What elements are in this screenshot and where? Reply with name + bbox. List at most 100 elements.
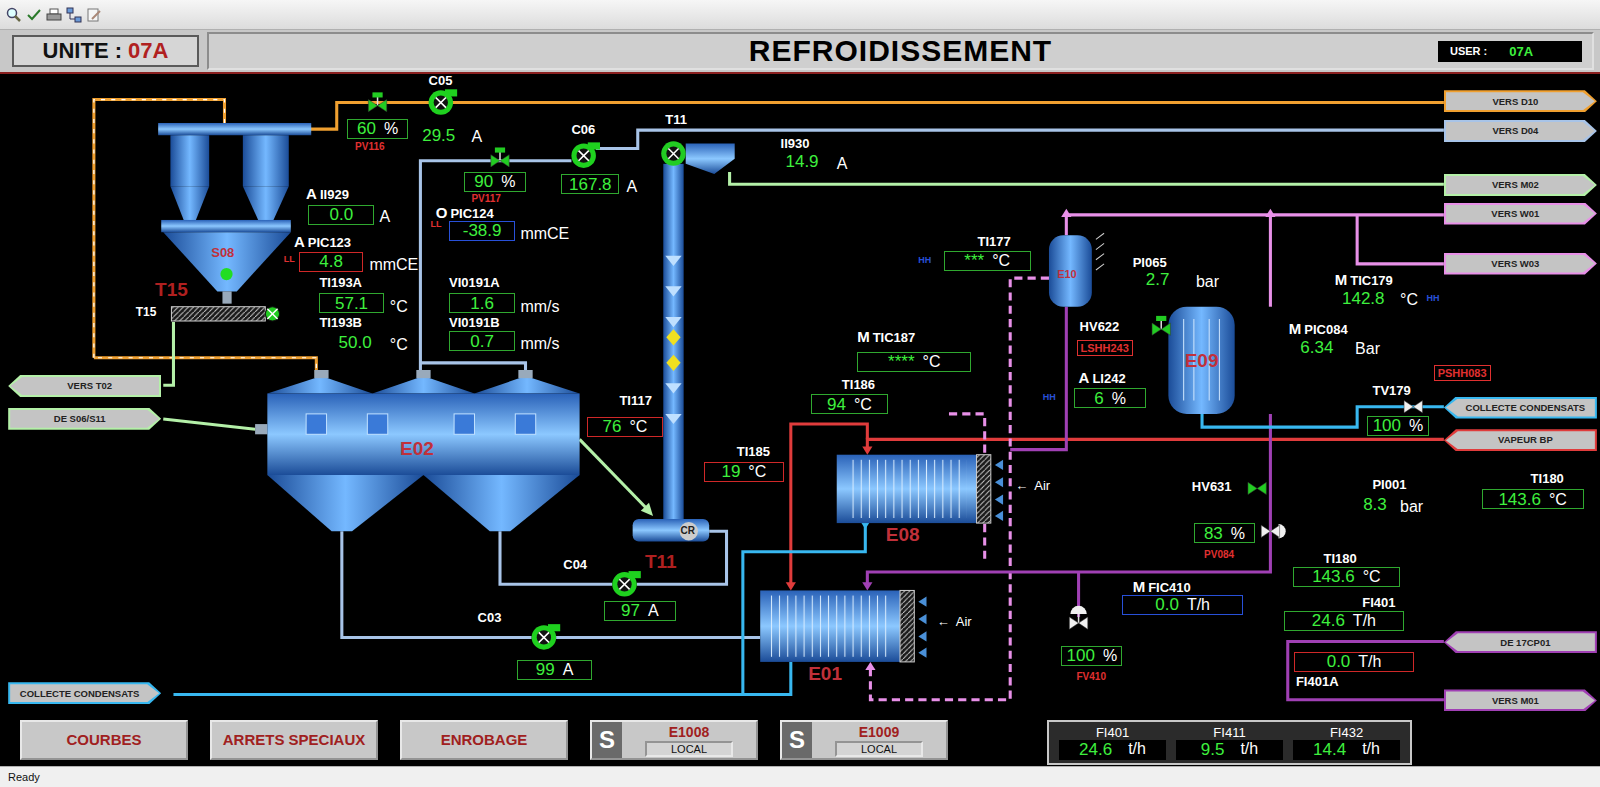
valve-icon[interactable] bbox=[1404, 401, 1422, 413]
air-cooler-e01 bbox=[760, 590, 926, 661]
interlock-flag: LSHH243 bbox=[1077, 340, 1133, 356]
bottom-bar: COURBES ARRETS SPECIAUX ENROBAGE SE1008LOCA… bbox=[0, 716, 1600, 766]
value-display: 6% bbox=[1074, 388, 1145, 408]
tag-label: FI401A bbox=[1296, 675, 1339, 690]
tag-label: TI177 bbox=[978, 235, 1011, 250]
value-display: 50.0 bbox=[324, 332, 385, 352]
alarm-flag: HH bbox=[1043, 392, 1056, 402]
pump-icon[interactable] bbox=[571, 142, 600, 168]
pump-label: C05 bbox=[429, 74, 453, 89]
value-display: 19°C bbox=[704, 462, 784, 482]
mode-switch[interactable]: SE1008LOCAL bbox=[590, 720, 758, 760]
unit-label: mm/s bbox=[520, 297, 559, 317]
value-display: 57.1 bbox=[319, 293, 383, 313]
value-display: 83% bbox=[1194, 523, 1255, 543]
flow-connector[interactable]: VERS M01 bbox=[1444, 689, 1597, 711]
tag-label: PV084 bbox=[1204, 547, 1234, 562]
nav-button[interactable]: COURBES bbox=[20, 720, 188, 760]
status-lamp bbox=[220, 268, 232, 280]
check-icon[interactable] bbox=[26, 7, 42, 23]
flow-connector[interactable]: VERS W03 bbox=[1444, 253, 1597, 275]
magnifier-icon[interactable] bbox=[6, 7, 22, 23]
tag-label: APIC123 bbox=[294, 233, 351, 251]
alarm-flag: LL bbox=[431, 219, 442, 229]
flow-connector[interactable]: VERS M02 bbox=[1444, 174, 1597, 196]
unit-label: mmCE bbox=[369, 255, 418, 275]
status-bar: Ready bbox=[0, 766, 1600, 787]
alarm-flag: LL bbox=[284, 254, 295, 264]
tag-label: AII929 bbox=[306, 185, 349, 203]
nav-button[interactable]: ARRETS SPECIAUX bbox=[210, 720, 378, 760]
flow-arrows bbox=[641, 209, 1276, 670]
flow-connector[interactable]: VERS D04 bbox=[1444, 120, 1597, 142]
value-display: ***°C bbox=[944, 251, 1031, 271]
tag-label: TI193B bbox=[319, 316, 362, 331]
tag-label: OPIC124 bbox=[436, 204, 494, 222]
valve-icon[interactable] bbox=[1261, 524, 1285, 538]
pump-icon[interactable] bbox=[429, 89, 458, 115]
value-display: 143.6°C bbox=[1293, 567, 1400, 587]
equipment-label: T11 bbox=[645, 552, 677, 573]
flow-connector[interactable]: COLLECTE CONDENSATS bbox=[8, 682, 161, 704]
flow-total: FI40124.6t/h bbox=[1059, 725, 1166, 760]
alarm-flag: HH bbox=[918, 255, 931, 265]
vessel-e09 bbox=[1168, 307, 1234, 414]
valve-icon[interactable] bbox=[1248, 482, 1266, 494]
tag-label: TI186 bbox=[842, 378, 875, 393]
value-display: 8.3 bbox=[1352, 495, 1398, 515]
unit-indicator: UNITE :07A bbox=[12, 35, 199, 67]
flow-connector[interactable]: VERS W01 bbox=[1444, 203, 1597, 225]
flow-connector[interactable]: DE S06/S11 bbox=[8, 408, 161, 430]
unit-label: bar bbox=[1400, 497, 1423, 517]
tag-label: MFIC410 bbox=[1133, 578, 1191, 596]
tag-label: TI180 bbox=[1531, 472, 1564, 487]
valve-icon[interactable] bbox=[1069, 606, 1087, 629]
valve-label: HV622 bbox=[1080, 320, 1120, 335]
flow-connector[interactable]: VERS D10 bbox=[1444, 90, 1597, 112]
header: UNITE :07AREFROIDISSEMENTUSER :07A bbox=[0, 30, 1600, 74]
equipment-label: E08 bbox=[886, 525, 920, 546]
mode-switch[interactable]: SE1009LOCAL bbox=[780, 720, 948, 760]
notepad-icon[interactable] bbox=[86, 7, 102, 23]
equipment-label: E01 bbox=[808, 664, 842, 685]
tag-label: TI185 bbox=[737, 445, 770, 460]
pump-icon[interactable] bbox=[612, 571, 641, 597]
value-display: 143.6°C bbox=[1482, 489, 1584, 509]
alarm-flag: HH bbox=[1427, 293, 1440, 303]
equipment-label: E09 bbox=[1185, 351, 1219, 372]
pump-label: C06 bbox=[571, 123, 595, 138]
tag-label: TI117 bbox=[619, 394, 652, 409]
valve-icon[interactable] bbox=[1152, 316, 1170, 335]
title-bar: REFROIDISSEMENTUSER :07A bbox=[207, 32, 1594, 70]
unit-label: A bbox=[471, 127, 482, 147]
network-icon[interactable] bbox=[66, 7, 82, 23]
cyclone-separator bbox=[158, 123, 311, 304]
flow-connector[interactable]: VAPEUR BP bbox=[1444, 429, 1597, 451]
valve-icon[interactable] bbox=[368, 92, 386, 111]
flow-connector[interactable]: DE 17CP01 bbox=[1444, 631, 1597, 653]
tag-label: MTIC179 bbox=[1335, 271, 1393, 289]
tag-label: MPIC084 bbox=[1289, 320, 1348, 338]
value-display: 90% bbox=[464, 172, 525, 192]
pump-icon[interactable] bbox=[532, 624, 561, 650]
printer-icon[interactable] bbox=[46, 7, 62, 23]
equipment-label: T11 bbox=[665, 113, 687, 127]
tag-label: MTIC187 bbox=[857, 328, 915, 346]
unit-label: A bbox=[380, 207, 391, 227]
unit-label: °C bbox=[390, 335, 408, 355]
nav-button[interactable]: ENROBAGE bbox=[400, 720, 568, 760]
value-display: 60% bbox=[347, 119, 408, 139]
value-display: 94°C bbox=[811, 394, 888, 414]
screw-conveyor bbox=[171, 307, 279, 321]
pump-label: C04 bbox=[563, 558, 587, 573]
value-display: 1.6 bbox=[449, 293, 515, 313]
interlock-flag: PSHH083 bbox=[1434, 365, 1491, 381]
flow-total: FI4119.5t/h bbox=[1176, 725, 1283, 760]
tag-label: PV117 bbox=[471, 191, 500, 206]
unit-label: bar bbox=[1196, 272, 1219, 292]
flow-connector[interactable]: VERS T02 bbox=[8, 375, 161, 397]
value-display: 4.8 bbox=[299, 252, 363, 272]
valve-icon[interactable] bbox=[491, 147, 509, 166]
flow-connector[interactable]: COLLECTE CONDENSATS bbox=[1444, 397, 1597, 419]
equipment-label: S08 bbox=[211, 246, 234, 260]
